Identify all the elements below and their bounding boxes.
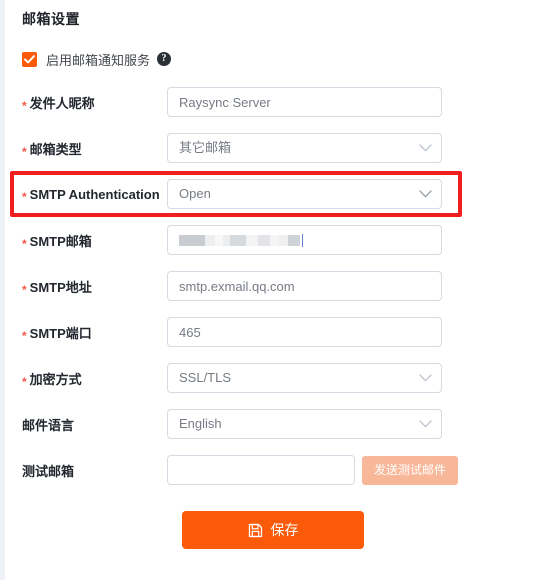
label-mailbox-type: * 邮箱类型 — [22, 141, 82, 159]
form-row-encryption-method: * 加密方式 SSL/TLS — [22, 355, 555, 401]
label-smtp-mailbox: * SMTP邮箱 — [22, 233, 92, 251]
required-asterisk: * — [22, 236, 27, 251]
smtp-authentication-select[interactable]: Open — [167, 179, 442, 209]
form-row-mailbox-type: * 邮箱类型 其它邮箱 — [22, 125, 555, 171]
required-asterisk: * — [22, 374, 27, 389]
label-test-mailbox: 测试邮箱 — [22, 463, 75, 479]
mail-language-value: English — [179, 416, 222, 431]
mail-language-select[interactable]: English — [167, 409, 442, 439]
save-floppy-icon — [248, 523, 262, 537]
label-smtp-authentication: * SMTP Authentication — [22, 186, 160, 204]
required-asterisk: * — [22, 189, 27, 204]
required-asterisk: * — [22, 144, 27, 159]
form-row-smtp-authentication: * SMTP Authentication Open — [10, 171, 555, 217]
smtp-mailbox-input[interactable] — [167, 225, 442, 255]
field-smtp-authentication: Open — [167, 179, 442, 209]
label-sender-nickname: * 发件人昵称 — [22, 95, 95, 113]
field-smtp-port — [167, 317, 442, 347]
required-asterisk: * — [22, 98, 27, 113]
smtp-address-input[interactable] — [167, 271, 442, 301]
send-test-mail-button[interactable]: 发送测试邮件 — [362, 455, 459, 485]
form-row-mail-language: 邮件语言 English — [22, 401, 555, 447]
form-row-sender-nickname: * 发件人昵称 — [22, 79, 555, 125]
smtp-authentication-value: Open — [179, 186, 211, 201]
encryption-method-select[interactable]: SSL/TLS — [167, 363, 442, 393]
required-asterisk: * — [22, 328, 27, 343]
test-mailbox-input[interactable] — [167, 455, 355, 485]
redacted-value — [179, 226, 430, 254]
form-row-smtp-port: * SMTP端口 — [22, 309, 555, 355]
mail-settings-panel: 邮箱设置 启用邮箱通知服务 ? * 发件人昵称 * 邮箱类型 — [5, 0, 555, 580]
page-title: 邮箱设置 — [22, 11, 80, 27]
label-smtp-port: * SMTP端口 — [22, 325, 92, 343]
encryption-method-value: SSL/TLS — [179, 370, 232, 385]
save-button-label: 保存 — [270, 522, 299, 538]
save-button[interactable]: 保存 — [182, 511, 364, 549]
enable-mail-notification-checkbox[interactable] — [22, 51, 37, 67]
form-row-smtp-mailbox: * SMTP邮箱 — [22, 217, 555, 263]
field-smtp-mailbox — [167, 225, 442, 255]
sender-nickname-input[interactable] — [167, 87, 442, 117]
label-encryption-method: * 加密方式 — [22, 371, 82, 389]
enable-mail-notification-label: 启用邮箱通知服务 — [46, 52, 151, 68]
field-smtp-address — [167, 271, 442, 301]
mail-settings-form: * 发件人昵称 * 邮箱类型 其它邮箱 — [10, 79, 555, 493]
field-mail-language: English — [167, 409, 442, 439]
field-test-mailbox — [167, 455, 355, 485]
save-button-wrap: 保存 — [22, 511, 555, 549]
mailbox-type-value: 其它邮箱 — [179, 140, 232, 155]
mailbox-type-select[interactable]: 其它邮箱 — [167, 133, 442, 163]
form-row-test-mailbox: 测试邮箱 发送测试邮件 — [22, 447, 555, 493]
field-mailbox-type: 其它邮箱 — [167, 133, 442, 163]
smtp-port-input[interactable] — [167, 317, 442, 347]
field-sender-nickname — [167, 87, 442, 117]
field-encryption-method: SSL/TLS — [167, 363, 442, 393]
required-asterisk: * — [22, 282, 27, 297]
label-smtp-address: * SMTP地址 — [22, 279, 92, 297]
text-caret — [302, 233, 303, 247]
label-mail-language: 邮件语言 — [22, 417, 75, 433]
form-row-smtp-address: * SMTP地址 — [22, 263, 555, 309]
help-question-icon[interactable]: ? — [157, 52, 172, 66]
enable-mail-notification-row[interactable]: 启用邮箱通知服务 ? — [22, 49, 555, 69]
check-icon — [24, 54, 35, 63]
